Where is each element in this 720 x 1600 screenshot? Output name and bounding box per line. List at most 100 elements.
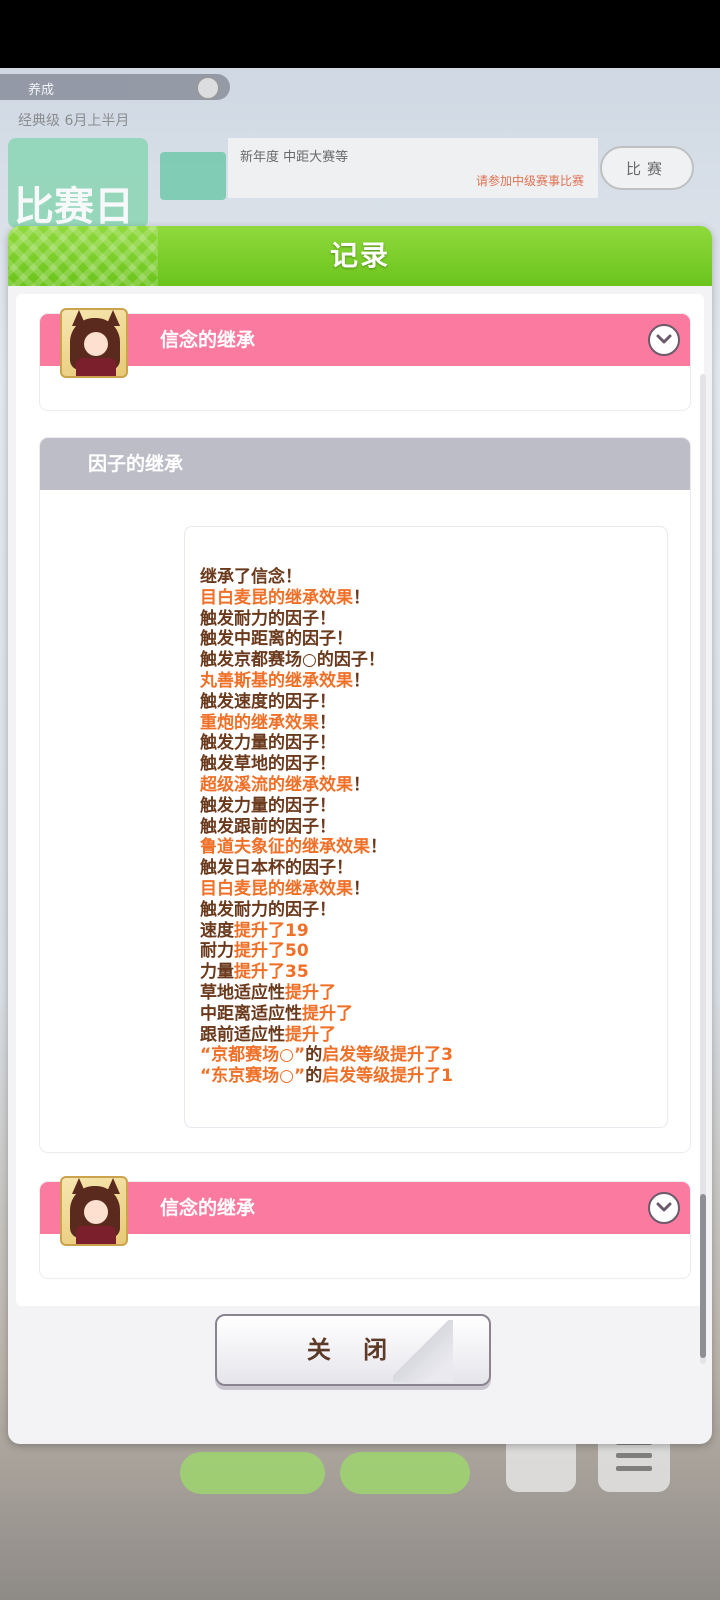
- log-highlight-text: “东京赛场○”: [200, 1066, 306, 1087]
- log-text: 触发中距离的因子！: [200, 629, 353, 650]
- log-text: 的: [305, 1066, 323, 1087]
- log-highlight-text: 目白麦昆的继承效果: [200, 878, 353, 899]
- chevron-down-icon[interactable]: [648, 324, 680, 356]
- log-line: 鲁道夫象征的继承效果！: [200, 837, 453, 858]
- log-line: 速度提升了19: [200, 921, 453, 942]
- bg-info-subtext: 请参加中级赛事比赛: [475, 174, 584, 188]
- log-line: 触发速度的因子！: [200, 692, 453, 713]
- log-text: 触发草地的因子！: [200, 754, 336, 775]
- log-line: 触发跟前的因子！: [200, 817, 453, 838]
- log-highlight-text: 重炮的继承效果: [200, 712, 319, 733]
- log-highlight-text: 超级溪流的继承效果: [200, 774, 353, 795]
- log-text: 触发速度的因子！: [200, 691, 336, 712]
- chevron-down-icon[interactable]: [648, 1192, 680, 1224]
- log-line: 中距离适应性提升了: [200, 1004, 453, 1025]
- card-header-bar[interactable]: [40, 1182, 690, 1234]
- log-line: 重炮的继承效果！: [200, 713, 453, 734]
- close-button-label: 关 闭: [306, 1336, 400, 1364]
- bg-tag: [160, 152, 226, 200]
- card-title: 信念的继承: [160, 1197, 256, 1219]
- log-line: 跟前适应性提升了: [200, 1025, 453, 1046]
- log-line: 继承了信念！: [200, 567, 453, 588]
- bg-side-button: 比赛: [600, 146, 694, 190]
- log-line: “东京赛场○”的启发等级提升了1: [200, 1066, 453, 1087]
- bg-date-text: 经典级 6月上半月: [18, 113, 130, 129]
- bg-bottom-button-1: [180, 1452, 325, 1494]
- log-line: 力量提升了35: [200, 962, 453, 983]
- log-text: 触发日本杯的因子！: [200, 858, 353, 879]
- log-text: 触发力量的因子！: [200, 795, 336, 816]
- log-text: ！: [353, 878, 370, 899]
- log-line: 触发力量的因子！: [200, 733, 453, 754]
- log-highlight-text: 提升了: [285, 1024, 336, 1045]
- log-lines: 继承了信念！ 目白麦昆的继承效果！ 触发耐力的因子！ 触发中距离的因子！ 触发京都赛场○…: [200, 567, 453, 1087]
- log-text: ！: [353, 587, 370, 608]
- log-text: 中距离适应性: [200, 1003, 302, 1024]
- status-bar: [0, 0, 720, 68]
- log-line: 超级溪流的继承效果！: [200, 775, 453, 796]
- log-highlight-text: 目白麦昆的继承效果: [200, 587, 353, 608]
- scrollbar-thumb[interactable]: [700, 1194, 706, 1358]
- log-text: ！: [370, 837, 387, 858]
- bg-mode-label: 养成: [28, 83, 55, 98]
- log-text: 触发耐力的因子！: [200, 899, 336, 920]
- log-line: 耐力提升了50: [200, 941, 453, 962]
- log-line: 目白麦昆的继承效果！: [200, 879, 453, 900]
- bg-info-panel: 新年度 中距大赛等 请参加中级赛事比赛: [228, 138, 598, 198]
- log-line: 触发日本杯的因子！: [200, 858, 453, 879]
- dialog-title: 记录: [329, 239, 390, 272]
- log-text: 触发跟前的因子！: [200, 816, 336, 837]
- card-title: 因子的继承: [88, 453, 184, 475]
- card-title: 信念的继承: [160, 329, 256, 351]
- log-text: 跟前适应性: [200, 1024, 285, 1045]
- log-line: 触发耐力的因子！: [200, 609, 453, 630]
- log-text: 力量: [200, 962, 234, 983]
- log-highlight-text: 提升了: [302, 1003, 353, 1024]
- factor-inheritance-card: 因子的继承 继承了信念！ 目白麦昆的继承效果！ 触发耐力的因子！ 触发中距离的因子！触…: [40, 438, 690, 1152]
- log-text: 速度: [200, 920, 234, 941]
- inheritance-log: 继承了信念！ 目白麦昆的继承效果！ 触发耐力的因子！ 触发中距离的因子！ 触发京都赛场○…: [184, 526, 668, 1128]
- bg-side-button-label: 比赛: [626, 160, 669, 178]
- bg-bottom-button-2: [340, 1452, 470, 1494]
- dialog-body[interactable]: 信念的继承 因子的继承 继承了信念！ 目白麦昆的继承效果！ 触发耐力的因子！ 触发中距…: [16, 294, 706, 1364]
- inheritance-card-2[interactable]: 信念的继承: [40, 1176, 690, 1278]
- log-highlight-text: 启发等级提升了1: [322, 1066, 454, 1087]
- card-header-bar[interactable]: [40, 314, 690, 366]
- log-text: 触发京都赛场○的因子！: [200, 650, 385, 671]
- log-highlight-text: 提升了19: [234, 920, 309, 941]
- log-line: 丸善斯基的继承效果！: [200, 671, 453, 692]
- log-text: ！: [353, 670, 370, 691]
- log-highlight-text: “京都赛场○”: [200, 1045, 306, 1066]
- log-line: 触发京都赛场○的因子！: [200, 650, 453, 671]
- log-line: 触发中距离的因子！: [200, 629, 453, 650]
- character-avatar: [60, 308, 128, 378]
- scrollbar[interactable]: [700, 374, 706, 1364]
- bg-info-icon: [196, 76, 220, 100]
- log-text: 的: [305, 1045, 323, 1066]
- log-line: 触发力量的因子！: [200, 796, 453, 817]
- log-line: 触发耐力的因子！: [200, 900, 453, 921]
- log-line: 草地适应性提升了: [200, 983, 453, 1004]
- inheritance-card-1[interactable]: 信念的继承: [40, 308, 690, 410]
- log-highlight-text: 启发等级提升了3: [322, 1045, 454, 1066]
- log-text: 草地适应性: [200, 982, 285, 1003]
- log-text: ！: [319, 712, 336, 733]
- bg-info-text: 新年度 中距大赛等: [240, 150, 349, 165]
- log-line: 触发草地的因子！: [200, 754, 453, 775]
- log-text: 继承了信念！: [200, 567, 302, 587]
- dialog-header: 记录: [8, 226, 712, 286]
- log-text: ！: [353, 774, 370, 795]
- log-highlight-text: 丸善斯基的继承效果: [200, 670, 353, 691]
- character-avatar: [60, 1176, 128, 1246]
- log-highlight-text: 提升了: [285, 982, 336, 1003]
- bg-race-day-text: 比赛日: [14, 184, 134, 230]
- log-text: 耐力: [200, 941, 234, 962]
- log-text: 触发力量的因子！: [200, 733, 336, 754]
- log-text: 触发耐力的因子！: [200, 608, 336, 629]
- log-highlight-text: 鲁道夫象征的继承效果: [200, 837, 370, 858]
- log-highlight-text: 提升了50: [234, 941, 309, 962]
- log-line: 目白麦昆的继承效果！: [200, 588, 453, 609]
- close-button[interactable]: 关 闭: [215, 1314, 491, 1386]
- log-line: “京都赛场○”的启发等级提升了3: [200, 1045, 453, 1066]
- bg-race-day-panel: 比赛日: [8, 138, 148, 230]
